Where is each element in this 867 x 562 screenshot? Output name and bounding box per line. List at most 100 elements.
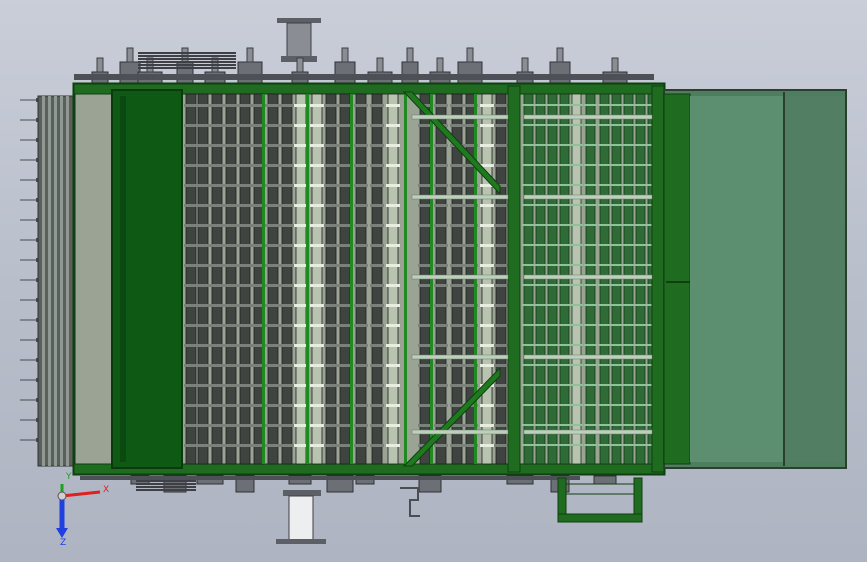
roller-spike [598,324,611,326]
drive-shaft [80,476,580,480]
crossbar [411,354,509,360]
roller-spike [558,324,571,326]
roller-spike [418,244,432,247]
roller [267,93,279,465]
roller-spike [324,144,338,147]
roller-spike [370,164,384,167]
roller-spike [238,184,252,187]
roller-spike [324,444,338,447]
roller-spike [196,304,210,307]
roller-spike [370,224,384,227]
belt [138,52,236,54]
roller-spike [622,184,635,186]
roller-spike [450,124,464,127]
roller [295,93,307,465]
roller-spike [280,144,294,147]
roller-spike [238,404,252,407]
output-hopper [663,89,847,469]
crossbar [523,429,653,435]
roller-spike [634,164,647,166]
roller-spike [634,404,647,406]
machine-model[interactable] [0,0,867,562]
roller-spike [238,364,252,367]
roller-spike [386,384,400,387]
roller [197,93,209,465]
roller-spike [534,104,547,106]
roller-spike [338,164,352,167]
roller-spike [634,204,647,206]
roller-spike [184,204,198,207]
roller-spike [370,124,384,127]
roller-spike [310,144,324,147]
roller-spike [338,204,352,207]
roller-spike [634,244,647,246]
roller-spike [450,164,464,167]
roller-spike [610,384,623,386]
roller-spike [480,344,494,347]
roller-spike [324,184,338,187]
roller-spike [434,304,448,307]
roller-spike [280,224,294,227]
roller-spike [494,164,508,167]
roller-spike [584,444,597,446]
roller-spike [522,124,535,126]
roller-spike [324,124,338,127]
roller-spike [280,264,294,267]
roller-spike [622,364,635,366]
roller-spike [354,264,368,267]
cad-viewport[interactable]: X Y Z [0,0,867,562]
roller-spike [184,124,198,127]
roller-spike [238,304,252,307]
roller-spike [386,184,400,187]
roller-spike [418,204,432,207]
roller-spike [324,304,338,307]
roller-spike [210,444,224,447]
roller-spike [534,244,547,246]
roller-spike [494,204,508,207]
crossbar [411,429,509,435]
roller-guide [306,94,309,464]
roller-spike [534,424,547,426]
roller-spike [558,284,571,286]
roller-spike [570,384,583,386]
roller-spike [196,104,210,107]
roller-spike [598,144,611,146]
roller-spike [522,404,535,406]
roller-spike [196,424,210,427]
roller-spike [324,384,338,387]
roller-spike [280,304,294,307]
roller-spike [598,424,611,426]
pulley-shaft [611,57,619,73]
comb-rod [54,96,57,466]
roller [355,93,367,465]
roller-spike [634,364,647,366]
roller-spike [224,404,238,407]
roller-spike [522,424,535,426]
roller-spike [522,344,535,346]
roller-spike [210,144,224,147]
roller-spike [418,264,432,267]
roller-spike [434,184,448,187]
roller-spike [238,244,252,247]
roller-spike [480,364,494,367]
roller-spike [450,264,464,267]
roller-spike [534,344,547,346]
roller-spike [238,324,252,327]
roller-spike [610,124,623,126]
roller-spike [266,204,280,207]
z-axis-label: Z [60,538,67,548]
roller-guide [350,94,353,464]
roller-spike [610,224,623,226]
roller-spike [310,264,324,267]
roller-spike [196,324,210,327]
roller-spike [534,124,547,126]
roller-spike [184,304,198,307]
roller-spike [386,404,400,407]
roller-spike [370,244,384,247]
roller-spike [266,224,280,227]
roller-spike [570,184,583,186]
roller-spike [324,224,338,227]
roller-spike [210,384,224,387]
crossbar [411,194,509,200]
roller-spike [610,244,623,246]
